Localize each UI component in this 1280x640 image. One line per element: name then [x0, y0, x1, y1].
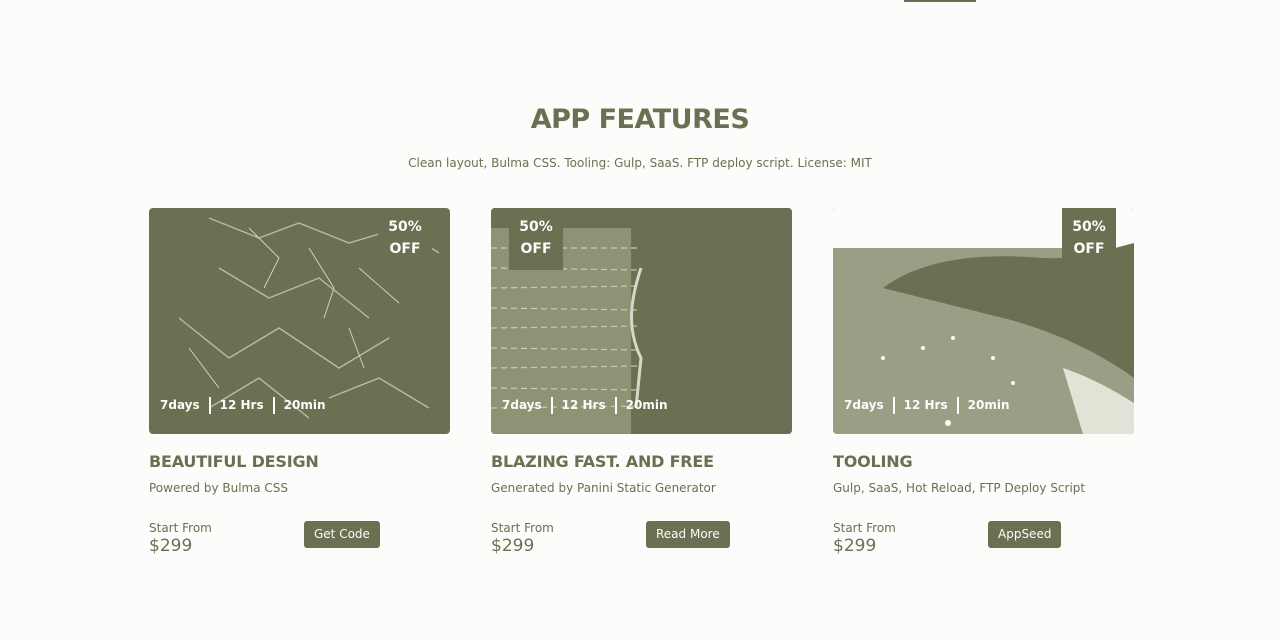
- card-footer: Start From $299 Read More: [491, 521, 792, 557]
- meta-days: 7days: [502, 398, 542, 412]
- meta-hours: 12 Hrs: [903, 398, 948, 412]
- meta-days: 7days: [844, 398, 884, 412]
- start-from-label: Start From: [149, 521, 212, 535]
- card-image[interactable]: 50% OFF 7days 12 Hrs 20min: [833, 208, 1134, 434]
- meta-divider: [892, 396, 895, 414]
- meta-minutes: 20min: [625, 398, 668, 412]
- feature-card: 50% OFF 7days 12 Hrs 20min BEAUTIFUL DESI…: [149, 208, 450, 557]
- meta-divider: [208, 396, 211, 414]
- meta-hours: 12 Hrs: [219, 398, 264, 412]
- card-title: BEAUTIFUL DESIGN: [149, 452, 319, 471]
- features-page: APP FEATURES Clean layout, Bulma CSS. To…: [0, 0, 1280, 640]
- meta-divider: [614, 396, 617, 414]
- discount-badge: 50% OFF: [1062, 208, 1116, 270]
- section-title: APP FEATURES: [530, 104, 750, 135]
- meta-divider: [272, 396, 275, 414]
- meta-divider: [550, 396, 553, 414]
- price: $299: [491, 536, 535, 556]
- get-code-button[interactable]: Get Code: [304, 521, 380, 548]
- meta-divider: [956, 396, 959, 414]
- feature-card: 50% OFF 7days 12 Hrs 20min BLAZING FAST. …: [491, 208, 792, 557]
- card-description: Powered by Bulma CSS: [149, 481, 289, 495]
- price: $299: [149, 536, 193, 556]
- meta-minutes: 20min: [967, 398, 1010, 412]
- start-from-label: Start From: [833, 521, 896, 535]
- meta-days: 7days: [160, 398, 200, 412]
- card-description: Generated by Panini Static Generator: [491, 481, 716, 495]
- time-meta: 7days 12 Hrs 20min: [502, 396, 667, 414]
- card-image[interactable]: 50% OFF 7days 12 Hrs 20min: [491, 208, 792, 434]
- meta-hours: 12 Hrs: [561, 398, 606, 412]
- meta-minutes: 20min: [283, 398, 326, 412]
- appseed-button[interactable]: AppSeed: [988, 521, 1062, 548]
- feature-card: 50% OFF 7days 12 Hrs 20min TOOLING Gulp, …: [833, 208, 1134, 557]
- card-image[interactable]: 50% OFF 7days 12 Hrs 20min: [149, 208, 450, 434]
- price: $299: [833, 536, 877, 556]
- card-title: BLAZING FAST. AND FREE: [491, 452, 714, 471]
- discount-badge: 50% OFF: [378, 208, 432, 270]
- card-description: Gulp, SaaS, Hot Reload, FTP Deploy Scrip…: [833, 481, 1086, 495]
- read-more-button[interactable]: Read More: [646, 521, 730, 548]
- card-footer: Start From $299 Get Code: [149, 521, 450, 557]
- card-title: TOOLING: [833, 452, 913, 471]
- card-footer: Start From $299 AppSeed: [833, 521, 1134, 557]
- time-meta: 7days 12 Hrs 20min: [844, 396, 1009, 414]
- start-from-label: Start From: [491, 521, 554, 535]
- section-subtitle: Clean layout, Bulma CSS. Tooling: Gulp, …: [408, 156, 872, 170]
- nav-active-indicator: [904, 0, 976, 2]
- discount-badge: 50% OFF: [509, 208, 563, 270]
- time-meta: 7days 12 Hrs 20min: [160, 396, 325, 414]
